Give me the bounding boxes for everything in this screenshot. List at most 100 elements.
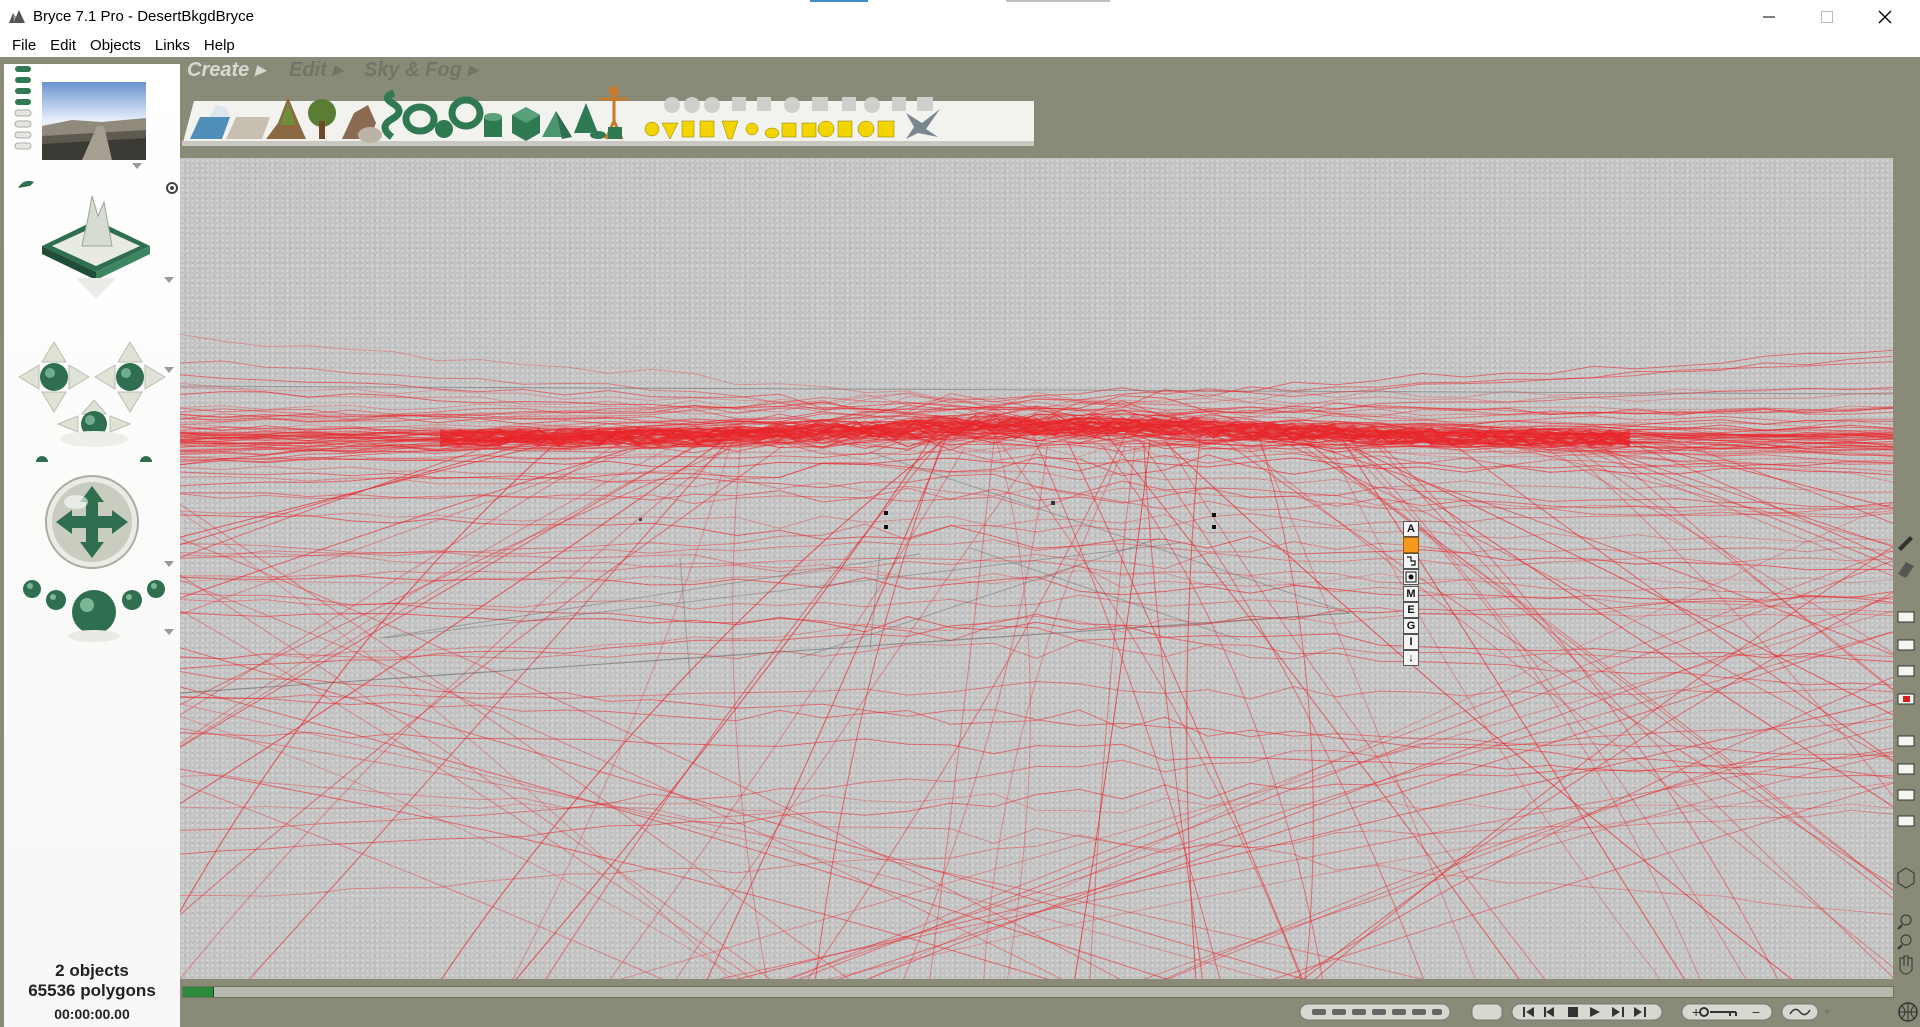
handle-info[interactable]: I <box>1403 634 1419 650</box>
link-icon <box>1407 556 1416 566</box>
yellow-disc-icon[interactable] <box>764 127 780 139</box>
wireframe-line <box>180 774 1893 916</box>
view-button-icon <box>15 99 31 105</box>
wireframe-line <box>180 431 701 745</box>
camera-translate-controls[interactable] <box>14 342 174 462</box>
wireframe-line <box>1166 440 1546 979</box>
tab-create-label: Create <box>187 59 250 81</box>
minimize-icon <box>1763 16 1775 17</box>
tab-sky-fog[interactable]: Sky & Fog ▸ <box>364 57 477 82</box>
chevron-down-icon[interactable] <box>164 629 174 635</box>
sphere-icon[interactable] <box>435 120 453 138</box>
timeline-scrubber[interactable] <box>183 987 214 997</box>
view-button-icon <box>15 88 31 94</box>
wireframe-line <box>180 442 704 748</box>
selection-handle[interactable] <box>884 525 888 529</box>
wireframe-line <box>1340 428 1747 979</box>
wireframe-line <box>1550 436 1893 577</box>
yellow-slab-icon[interactable] <box>781 122 797 138</box>
view-buttons[interactable] <box>12 64 36 164</box>
maximize-button[interactable] <box>1798 0 1856 33</box>
wireframe-line <box>609 448 965 979</box>
paintbrush-icon <box>1898 536 1913 551</box>
taskbar-accent-grey <box>1006 0 1110 2</box>
wireframe-line <box>1338 440 1701 979</box>
wireframe-line <box>180 543 1893 600</box>
yellow-box-icon[interactable] <box>837 120 853 138</box>
yellow-square-icon[interactable] <box>801 122 817 138</box>
wireframe-line <box>1628 441 1893 561</box>
view-button-icon <box>14 142 32 150</box>
animation-timeline[interactable] <box>182 986 1894 998</box>
handle-family-color[interactable] <box>1403 537 1419 553</box>
menu-bar: File Edit Objects Links Help <box>0 33 1920 57</box>
add-key-icon: + <box>1692 1004 1700 1020</box>
handle-materials[interactable]: M <box>1403 586 1419 602</box>
polygon-count: 65536 polygons <box>28 981 156 1000</box>
wireframe-line <box>180 727 1424 979</box>
close-button[interactable] <box>1856 0 1914 33</box>
wireframe-line <box>1303 591 1893 979</box>
render-window-icon <box>1897 611 1915 623</box>
render-preview-icon <box>1897 665 1915 677</box>
camera-controls[interactable] <box>12 168 180 338</box>
cylinder-icon[interactable] <box>484 113 502 137</box>
handle-link[interactable] <box>1403 553 1419 569</box>
handle-edit[interactable]: E <box>1403 602 1419 618</box>
selection-handle[interactable] <box>639 518 642 521</box>
playback-controls[interactable]: + − <box>1290 1000 1920 1024</box>
selection-handle[interactable] <box>1212 513 1216 517</box>
wireframe-line <box>180 471 1893 508</box>
view-button-icon <box>15 66 31 72</box>
handle-target[interactable] <box>1403 569 1419 585</box>
view-button-icon <box>15 77 31 83</box>
chevron-down-icon <box>1824 1010 1830 1014</box>
tab-edit[interactable]: Edit ▸ <box>289 57 342 82</box>
wireframe-line <box>1448 431 1893 546</box>
wireframe-line <box>180 686 1168 979</box>
square-icon[interactable] <box>608 127 622 139</box>
zoom-controls[interactable] <box>16 574 166 644</box>
remove-key-icon: − <box>1752 1004 1760 1020</box>
selection-handle[interactable] <box>1212 525 1216 529</box>
object-cube-icon <box>1897 867 1915 889</box>
selection-handle[interactable] <box>884 511 888 515</box>
minimize-button[interactable] <box>1740 0 1798 33</box>
yellow-sphere-icon[interactable] <box>644 121 660 137</box>
yellow-grid-cube-icon[interactable] <box>877 120 895 138</box>
chevron-down-icon[interactable] <box>164 277 174 283</box>
wireframe-line <box>180 441 722 805</box>
yellow-cube-icon[interactable] <box>699 120 715 138</box>
hand-pan-icon <box>1899 955 1913 975</box>
wireframe-line <box>736 699 1893 979</box>
chevron-down-icon[interactable] <box>164 561 174 567</box>
menu-edit[interactable]: Edit <box>43 33 83 55</box>
handle-drop[interactable]: ↓ <box>1403 650 1419 666</box>
chevron-down-icon[interactable] <box>164 367 174 373</box>
maximize-icon <box>1821 10 1833 23</box>
tab-create[interactable]: Create ▸ <box>187 57 265 82</box>
record-icon <box>1903 696 1910 702</box>
yellow-sun-icon[interactable] <box>745 122 759 136</box>
camera-trackball[interactable] <box>34 472 154 582</box>
wireframe-line <box>799 537 1161 659</box>
yellow-cylinder-icon[interactable] <box>681 120 695 138</box>
wireframe-viewport[interactable] <box>180 158 1893 979</box>
handle-attributes[interactable]: A <box>1403 521 1419 537</box>
menu-help[interactable]: Help <box>197 33 242 55</box>
menu-file[interactable]: File <box>5 33 43 55</box>
menu-links[interactable]: Links <box>148 33 197 55</box>
selection-handle[interactable] <box>1051 501 1055 505</box>
wireframe-line <box>180 574 771 979</box>
disc-icon[interactable] <box>590 131 606 139</box>
close-icon <box>1878 10 1892 23</box>
menu-objects[interactable]: Objects <box>83 33 148 55</box>
right-tool-icons[interactable] <box>1894 530 1918 1000</box>
eraser-icon <box>1898 562 1914 578</box>
zoom-out-icon <box>1900 934 1912 946</box>
yellow-lattice-icon[interactable] <box>857 120 875 138</box>
handle-group[interactable]: G <box>1403 618 1419 634</box>
yellow-ring-ball-icon[interactable] <box>817 120 835 138</box>
title-bar: Bryce 7.1 Pro - DesertBkgdBryce <box>0 0 1920 34</box>
nano-preview[interactable] <box>42 82 146 162</box>
